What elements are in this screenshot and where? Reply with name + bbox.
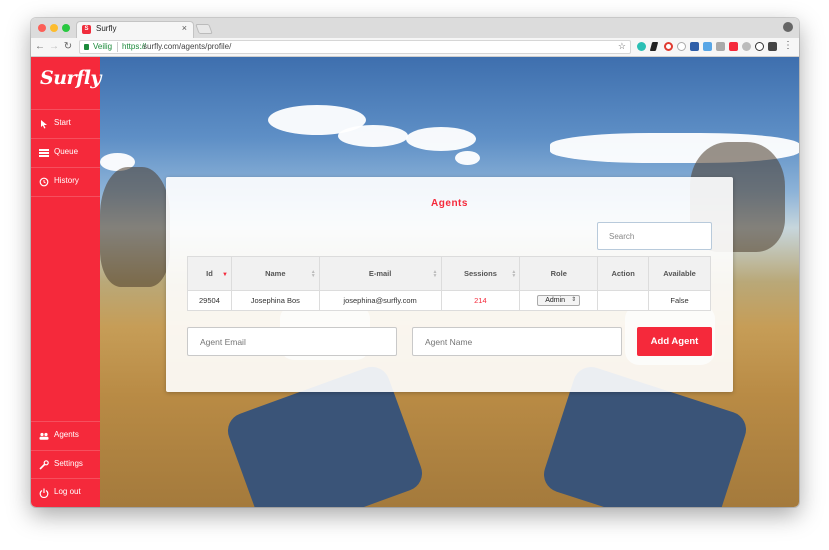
cell-id: 29504	[187, 290, 232, 311]
tab-close-icon[interactable]: ×	[182, 23, 187, 33]
extension-dark-icon[interactable]	[768, 42, 777, 51]
sort-icon: ▲ ▼	[432, 269, 438, 279]
browser-tab[interactable]: S Surfly ×	[76, 21, 194, 38]
column-header-action: Action	[597, 256, 650, 291]
url-path: surfly.com/agents/profile/	[143, 42, 232, 51]
sort-icon: ▲ ▼	[310, 269, 316, 279]
sidebar-divider	[31, 196, 100, 197]
column-label: Sessions	[463, 269, 497, 278]
tree-shape	[100, 167, 170, 287]
extension-opera-icon[interactable]	[664, 42, 673, 51]
browser-menu-icon[interactable]: ⋮	[783, 40, 793, 51]
cursor-icon	[41, 120, 47, 129]
secure-label: Veilig	[93, 42, 113, 51]
tab-strip: S Surfly ×	[31, 18, 799, 38]
power-icon	[39, 488, 49, 498]
forward-icon[interactable]: →	[49, 41, 59, 53]
lock-icon	[84, 44, 89, 50]
cell-email: josephina@surfly.com	[318, 290, 442, 311]
browser-window: S Surfly × ← → ↻ Veilig https:// surfly.…	[31, 18, 799, 507]
address-bar[interactable]: Veilig https:// surfly.com/agents/profil…	[79, 40, 631, 54]
extension-surfly-icon[interactable]	[729, 42, 738, 51]
cell-role: Admin ⇕	[519, 290, 599, 311]
back-icon[interactable]: ←	[35, 41, 45, 53]
sidebar-item-label: Settings	[54, 459, 83, 468]
cell-sessions[interactable]: 214	[440, 290, 521, 311]
cloud-shape	[338, 125, 408, 147]
address-toolbar: ← → ↻ Veilig https:// surfly.com/agents/…	[31, 38, 799, 57]
sidebar-item-agents[interactable]: Agents	[31, 421, 100, 450]
surfly-favicon-icon: S	[82, 25, 91, 34]
cell-name: Josephina Bos	[230, 290, 320, 311]
column-header-sessions[interactable]: Sessions ▲ ▼	[440, 256, 521, 291]
cloud-shape	[455, 151, 480, 165]
extension-info-icon[interactable]	[755, 42, 764, 51]
extension-grey-icon[interactable]	[716, 42, 725, 51]
tab-title: Surfly	[96, 24, 117, 33]
column-header-available[interactable]: Available	[648, 256, 711, 291]
sidebar-item-settings[interactable]: Settings	[31, 450, 100, 479]
close-window-button[interactable]	[38, 24, 46, 32]
page-title: Agents	[431, 198, 468, 209]
column-label: Action	[611, 269, 635, 278]
agents-table: Id ▼ Name ▲ ▼ E-mail ▲ ▼ Sessions ▲ ▼ Role Acti…	[187, 256, 711, 311]
profile-icon[interactable]	[783, 22, 793, 32]
sidebar-item-label: History	[54, 176, 79, 185]
extension-teal-icon[interactable]	[637, 42, 646, 51]
maximize-window-button[interactable]	[62, 24, 70, 32]
sidebar-item-start[interactable]: Start	[31, 109, 100, 138]
sidebar: Surfly Start Queue History Agents Settin…	[31, 57, 101, 507]
table-row[interactable]: 29504 Josephina Bos josephina@surfly.com…	[187, 290, 711, 311]
sidebar-item-label: Agents	[54, 430, 79, 439]
search-input[interactable]	[597, 222, 712, 250]
users-icon	[39, 432, 49, 440]
select-arrows-icon: ⇕	[571, 297, 577, 303]
page-content: Surfly Start Queue History Agents Settin…	[31, 57, 799, 507]
history-icon	[39, 177, 49, 187]
sidebar-item-logout[interactable]: Log out	[31, 478, 100, 507]
sidebar-item-label: Log out	[54, 487, 81, 496]
wrench-icon	[39, 460, 49, 470]
column-header-name[interactable]: Name ▲ ▼	[230, 256, 320, 291]
minimize-window-button[interactable]	[50, 24, 58, 32]
extension-gear-icon[interactable]	[742, 42, 751, 51]
reload-icon[interactable]: ↻	[63, 41, 73, 53]
role-select[interactable]: Admin ⇕	[537, 295, 581, 306]
extension-z-icon[interactable]	[690, 42, 699, 51]
add-agent-button[interactable]: Add Agent	[637, 327, 712, 356]
sidebar-item-queue[interactable]: Queue	[31, 138, 100, 167]
column-label: Role	[550, 269, 567, 278]
sidebar-item-label: Start	[54, 118, 71, 127]
column-header-email[interactable]: E-mail ▲ ▼	[318, 256, 442, 291]
sidebar-item-history[interactable]: History	[31, 167, 100, 196]
surfly-logo[interactable]: Surfly	[40, 67, 101, 89]
extension-blue-icon[interactable]	[703, 42, 712, 51]
column-label: E-mail	[368, 269, 392, 278]
extension-circle-icon[interactable]	[677, 42, 686, 51]
agents-panel: Agents Id ▼ Name ▲▼ E-mail ▲▼ Sessions ▲▼ Ro…	[166, 177, 733, 392]
column-header-role[interactable]: Role	[519, 256, 599, 291]
sort-desc-icon: ▼	[221, 272, 228, 278]
extension-cursor-icon[interactable]	[649, 42, 659, 51]
cloud-shape	[406, 127, 476, 151]
column-label: Available	[663, 269, 696, 278]
url-divider	[117, 42, 118, 52]
table-header-row: Id ▼ Name ▲ ▼ E-mail ▲ ▼ Sessions ▲ ▼ Role Acti…	[187, 256, 711, 291]
sort-icon: ▲ ▼	[511, 269, 517, 279]
cell-available: False	[648, 290, 711, 311]
column-label: Id	[206, 269, 213, 278]
bookmark-star-icon[interactable]: ☆	[618, 41, 626, 52]
column-header-id[interactable]: Id ▼	[187, 256, 232, 291]
agent-email-field[interactable]	[187, 327, 397, 356]
queue-icon	[39, 149, 49, 157]
agent-name-field[interactable]	[412, 327, 622, 356]
cell-action	[597, 290, 650, 311]
column-label: Name	[265, 269, 286, 278]
new-tab-button[interactable]	[195, 24, 213, 34]
role-select-value: Admin	[545, 297, 566, 304]
sidebar-item-label: Queue	[54, 147, 79, 156]
